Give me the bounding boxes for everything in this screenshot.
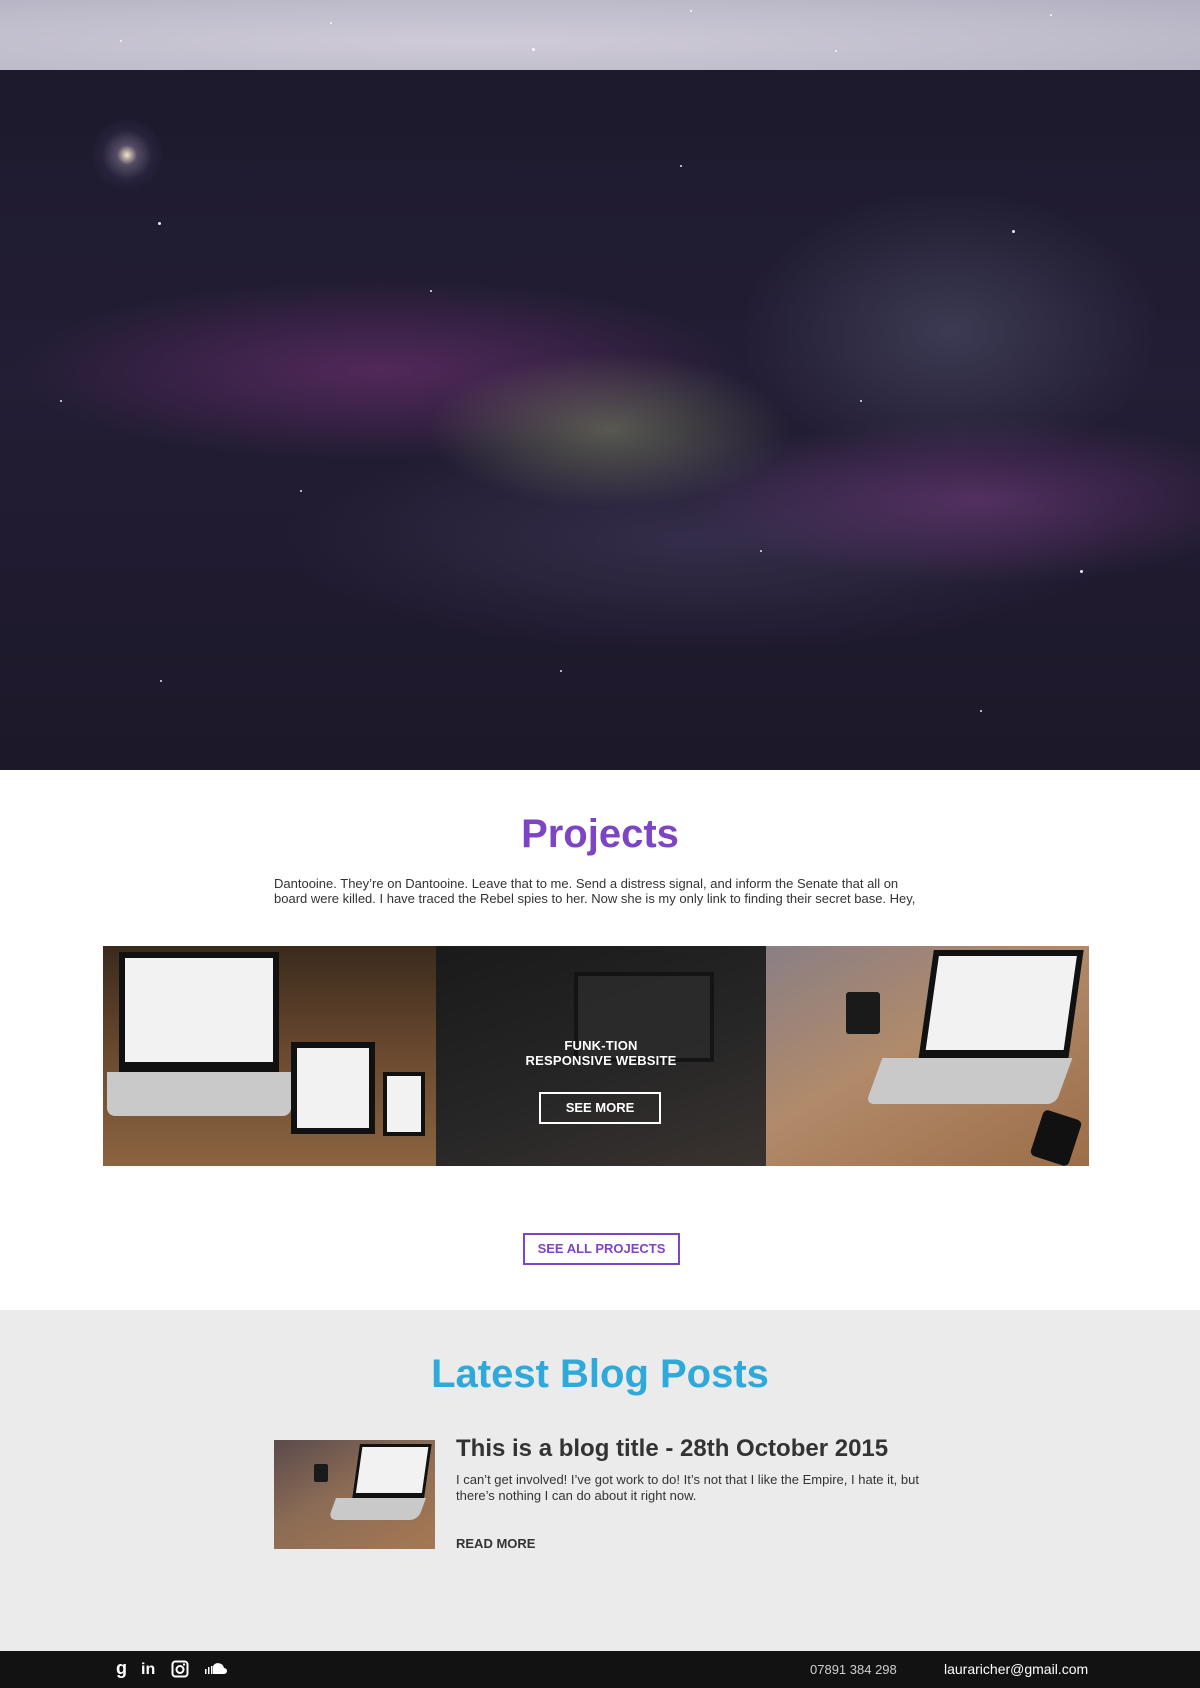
project-gallery: FUNK-TION RESPONSIVE WEBSITE SEE MORE [103, 946, 1089, 1166]
project-tile-devices[interactable] [103, 946, 436, 1166]
blog-heading: Latest Blog Posts [431, 1352, 769, 1396]
footer-phone[interactable]: 07891 384 298 [810, 1662, 897, 1677]
project-tile-funktion[interactable]: FUNK-TION RESPONSIVE WEBSITE SEE MORE [436, 946, 766, 1166]
footer: g in 07891 384 298 lauraricher@gmail.com [0, 1651, 1200, 1688]
social-links: g in [115, 1658, 227, 1684]
header-strip [0, 0, 1200, 70]
projects-heading: Projects [521, 812, 679, 856]
projects-section: Projects Dantooine. They’re on Dantooine… [0, 770, 1200, 1310]
project-caption: FUNK-TION RESPONSIVE WEBSITE [436, 1038, 766, 1068]
instagram-icon[interactable] [171, 1660, 189, 1683]
projects-description: Dantooine. They’re on Dantooine. Leave t… [274, 876, 916, 906]
blog-post-excerpt: I can’t get involved! I’ve got work to d… [456, 1472, 919, 1503]
see-all-projects-button[interactable]: SEE ALL PROJECTS [523, 1233, 680, 1265]
footer-email[interactable]: lauraricher@gmail.com [944, 1661, 1088, 1677]
svg-text:g: g [116, 1659, 127, 1678]
google-plus-icon[interactable]: g [115, 1658, 129, 1684]
blog-post-thumbnail[interactable] [274, 1440, 435, 1549]
soundcloud-icon[interactable] [201, 1662, 227, 1681]
project-tile-workspace[interactable] [766, 946, 1089, 1166]
read-more-link[interactable]: READ MORE [456, 1536, 535, 1551]
see-more-button[interactable]: SEE MORE [539, 1092, 661, 1124]
blog-post-title[interactable]: This is a blog title - 28th October 2015 [456, 1435, 888, 1463]
linkedin-icon[interactable]: in [141, 1659, 159, 1684]
hero-banner [0, 70, 1200, 770]
project-caption-line2: RESPONSIVE WEBSITE [525, 1053, 677, 1068]
svg-text:in: in [141, 1661, 155, 1678]
project-caption-line1: FUNK-TION [564, 1038, 638, 1053]
blog-section: Latest Blog Posts This is a blog title -… [0, 1310, 1200, 1651]
